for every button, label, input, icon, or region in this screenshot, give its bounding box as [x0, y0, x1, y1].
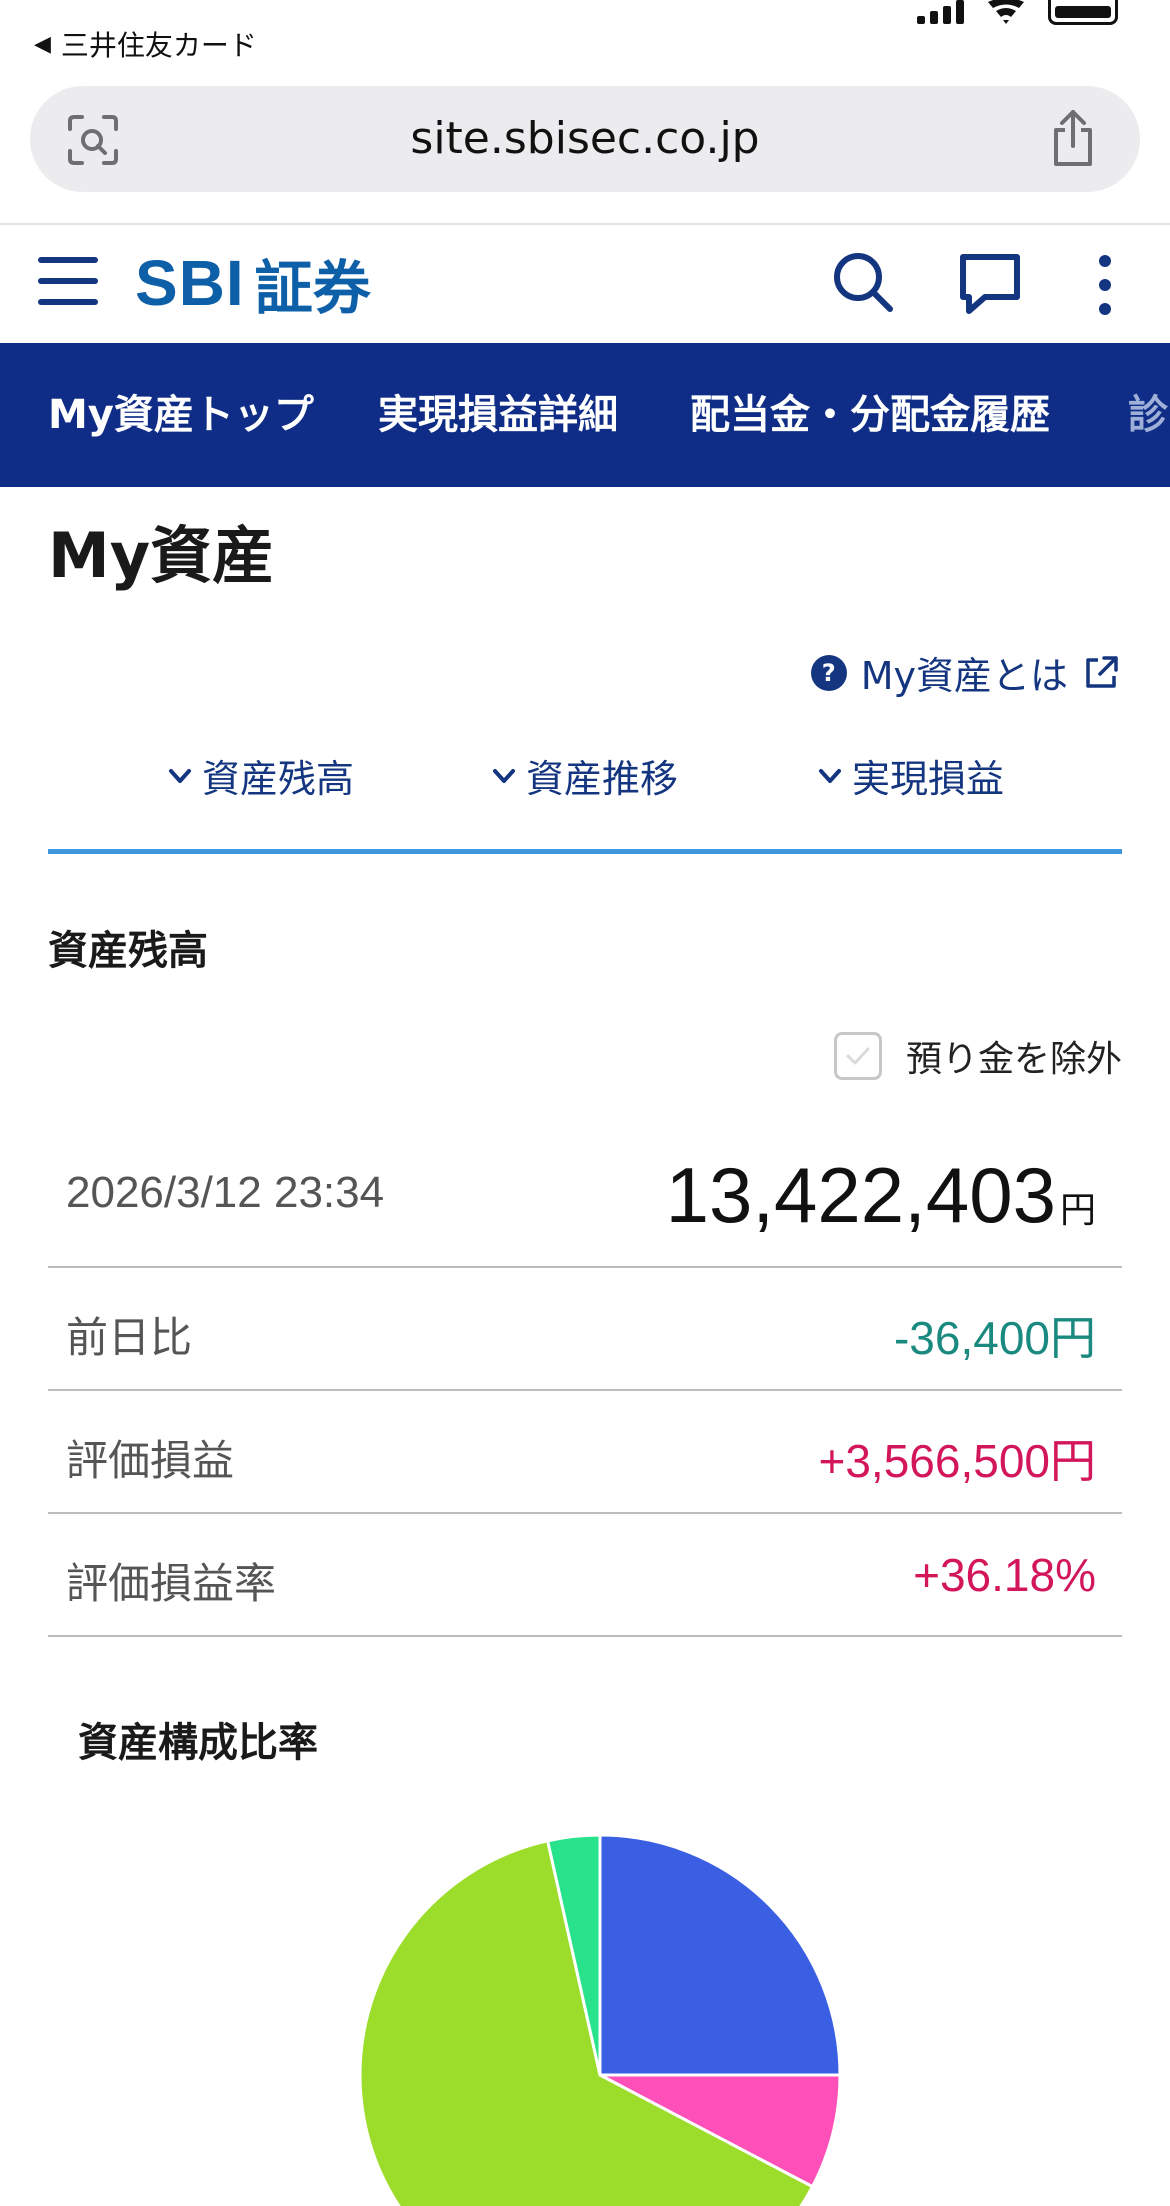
unrealized-pl-rate-row: 評価損益率 +36.18% — [48, 1514, 1122, 1637]
unrealized-pl-label: 評価損益 — [66, 1436, 235, 1485]
day-change-row: 前日比 -36,400円 — [48, 1268, 1122, 1391]
search-icon[interactable] — [830, 249, 896, 315]
as-of-timestamp: 2026/3/12 23:34 — [66, 1168, 385, 1217]
anchor-realized-pl[interactable]: 実現損益 — [816, 748, 1004, 803]
anchor-balance-label: 資産残高 — [202, 757, 355, 801]
chat-icon[interactable] — [955, 249, 1025, 319]
unrealized-pl-rate-value: +36.18% — [913, 1549, 1096, 1601]
pie-slice-1[interactable] — [598, 1833, 842, 2077]
section-anchor-tabs: 資産残高 資産推移 実現損益 — [48, 738, 1122, 858]
back-triangle-icon: ◀ — [34, 31, 51, 57]
battery-icon — [1048, 0, 1118, 25]
total-row: 2026/3/12 23:34 13,422,403 円 — [48, 1120, 1122, 1268]
site-header: SBI 証券 — [0, 225, 1170, 343]
anchor-history[interactable]: 資産推移 — [490, 748, 678, 803]
nav-my-assets-top[interactable]: My資産トップ — [48, 343, 314, 487]
menu-icon[interactable] — [38, 257, 98, 313]
nav-realized-pl-detail[interactable]: 実現損益詳細 — [378, 343, 618, 487]
unrealized-pl-value: +3,566,500円 — [818, 1435, 1096, 1487]
more-options-icon[interactable] — [1090, 253, 1120, 317]
balance-summary: 2026/3/12 23:34 13,422,403 円 前日比 -36,400… — [48, 1120, 1122, 1637]
logo-latin: SBI — [135, 247, 245, 319]
anchor-realized-pl-label: 実現損益 — [852, 757, 1005, 801]
back-to-app-button[interactable]: ◀ 三井住友カード — [34, 24, 257, 64]
share-icon[interactable] — [1048, 108, 1098, 168]
checkmark-icon — [846, 1047, 870, 1065]
day-change-label: 前日比 — [66, 1313, 193, 1362]
chevron-down-icon — [169, 768, 191, 783]
unrealized-pl-row: 評価損益 +3,566,500円 — [48, 1391, 1122, 1514]
address-bar[interactable]: site.sbisec.co.jp — [30, 86, 1140, 192]
composition-title: 資産構成比率 — [78, 1720, 318, 1766]
sbi-logo[interactable]: SBI 証券 — [135, 243, 371, 323]
exclude-deposit-checkbox[interactable] — [833, 1032, 882, 1080]
wifi-icon — [988, 0, 1024, 24]
chevron-down-icon — [493, 768, 515, 783]
url-text: site.sbisec.co.jp — [410, 113, 760, 164]
about-my-assets-label: My資産とは — [860, 654, 1068, 698]
logo-japanese: 証券 — [254, 254, 371, 322]
about-my-assets-link[interactable]: ? My資産とは — [810, 645, 1120, 700]
nav-dividend-history[interactable]: 配当金・分配金履歴 — [690, 343, 1050, 487]
total-assets-value: 13,422,403 — [665, 1151, 1056, 1239]
day-change-value: -36,400円 — [893, 1312, 1096, 1364]
total-assets-unit: 円 — [1059, 1190, 1096, 1231]
help-icon: ? — [810, 654, 847, 691]
external-link-icon — [1086, 655, 1118, 688]
page-title: My資産 — [48, 519, 275, 592]
balance-section-title: 資産残高 — [48, 928, 208, 974]
anchor-balance[interactable]: 資産残高 — [166, 748, 354, 803]
nav-diagnosis-partial[interactable]: 診 — [1128, 343, 1168, 487]
primary-nav: My資産トップ 実現損益詳細 配当金・分配金履歴 診 — [0, 343, 1170, 487]
chevron-down-icon — [819, 768, 841, 783]
unrealized-pl-rate-label: 評価損益率 — [66, 1559, 277, 1608]
anchor-history-label: 資産推移 — [526, 757, 679, 801]
cellular-signal-icon — [917, 0, 964, 24]
exclude-deposit-toggle[interactable]: 預り金を除外 — [833, 1030, 1122, 1082]
status-icons — [917, 0, 1118, 25]
back-app-label: 三井住友カード — [60, 29, 257, 62]
anchor-tabs-underline — [48, 849, 1122, 854]
total-assets: 13,422,403 円 — [666, 1150, 1096, 1241]
exclude-deposit-label: 預り金を除外 — [905, 1039, 1122, 1080]
status-bar: ◀ 三井住友カード — [0, 0, 1170, 62]
